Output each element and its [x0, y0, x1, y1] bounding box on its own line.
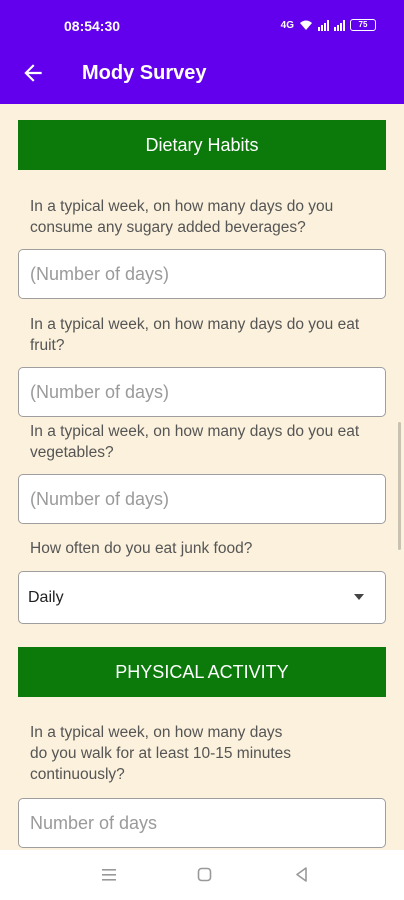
status-icons: 4G 75 — [281, 19, 376, 31]
status-bar: 08:54:30 4G 75 — [0, 0, 404, 44]
question-walking-line1: In a typical week, on how many days — [30, 724, 283, 741]
question-sugary-beverages: In a typical week, on how many days do y… — [30, 198, 334, 236]
sugary-beverages-days-input[interactable]: (Number of days) — [18, 249, 386, 299]
signal-icon — [318, 19, 329, 31]
wifi-icon — [300, 20, 312, 30]
page-title: Mody Survey — [82, 62, 207, 84]
junk-food-frequency-select[interactable]: Daily — [18, 571, 386, 624]
fruit-days-input[interactable]: (Number of days) — [18, 367, 386, 417]
app-bar: Mody Survey — [0, 44, 404, 104]
scrollbar[interactable] — [398, 422, 401, 550]
junk-food-selected-value: Daily — [28, 588, 64, 606]
system-nav-bar — [0, 850, 404, 900]
home-square-icon[interactable] — [193, 864, 217, 886]
question-walking: In a typical week, on how many days do y… — [30, 722, 390, 785]
menu-icon[interactable] — [98, 864, 122, 886]
chevron-down-icon — [354, 594, 364, 600]
question-vegetables: In a typical week, on how many days do y… — [30, 423, 360, 461]
battery-icon: 75 — [350, 19, 376, 31]
survey-form[interactable]: Dietary Habits In a typical week, on how… — [0, 104, 404, 850]
question-fruit: In a typical week, on how many days do y… — [30, 316, 360, 354]
walking-days-input[interactable]: Number of days — [18, 798, 386, 848]
status-time: 08:54:30 — [64, 18, 121, 34]
arrow-left-icon[interactable] — [20, 60, 46, 86]
back-triangle-icon[interactable] — [290, 864, 314, 886]
network-type-icon: 4G — [280, 19, 294, 31]
question-junk-food: How often do you eat junk food? — [30, 540, 253, 557]
section-header-physical-activity: PHYSICAL ACTIVITY — [18, 647, 386, 697]
question-walking-line2: do you walk for at least 10-15 minutes c… — [30, 745, 292, 783]
vegetables-days-input[interactable]: (Number of days) — [18, 474, 386, 524]
section-header-dietary: Dietary Habits — [18, 120, 386, 170]
signal-icon-2 — [334, 19, 345, 31]
